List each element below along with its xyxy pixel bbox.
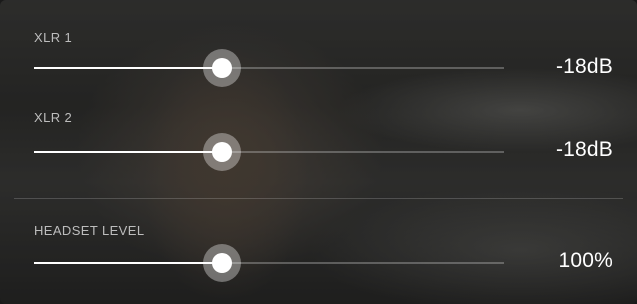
xlr1-value: -18dB xyxy=(555,55,613,78)
xlr1-slider-fill xyxy=(34,67,222,69)
xlr2-slider-knob[interactable] xyxy=(203,133,241,171)
headset-level-slider-track[interactable] xyxy=(34,244,504,282)
headset-level-value: 100% xyxy=(558,249,613,272)
xlr2-value: -18dB xyxy=(555,138,613,161)
xlr2-slider-track[interactable] xyxy=(34,133,504,171)
xlr1-slider-knob[interactable] xyxy=(203,49,241,87)
headset-level-slider-fill xyxy=(34,262,222,264)
xlr2-label: XLR 2 xyxy=(34,110,73,125)
headset-level-slider-knob[interactable] xyxy=(203,244,241,282)
audio-levels-panel: XLR 1 -18dB XLR 2 -18dB HEADSET LEVEL 10… xyxy=(0,0,637,304)
xlr1-slider-track[interactable] xyxy=(34,49,504,87)
xlr1-label: XLR 1 xyxy=(34,30,73,45)
xlr2-slider-fill xyxy=(34,151,222,153)
section-divider xyxy=(14,198,623,199)
headset-level-label: HEADSET LEVEL xyxy=(34,223,145,238)
